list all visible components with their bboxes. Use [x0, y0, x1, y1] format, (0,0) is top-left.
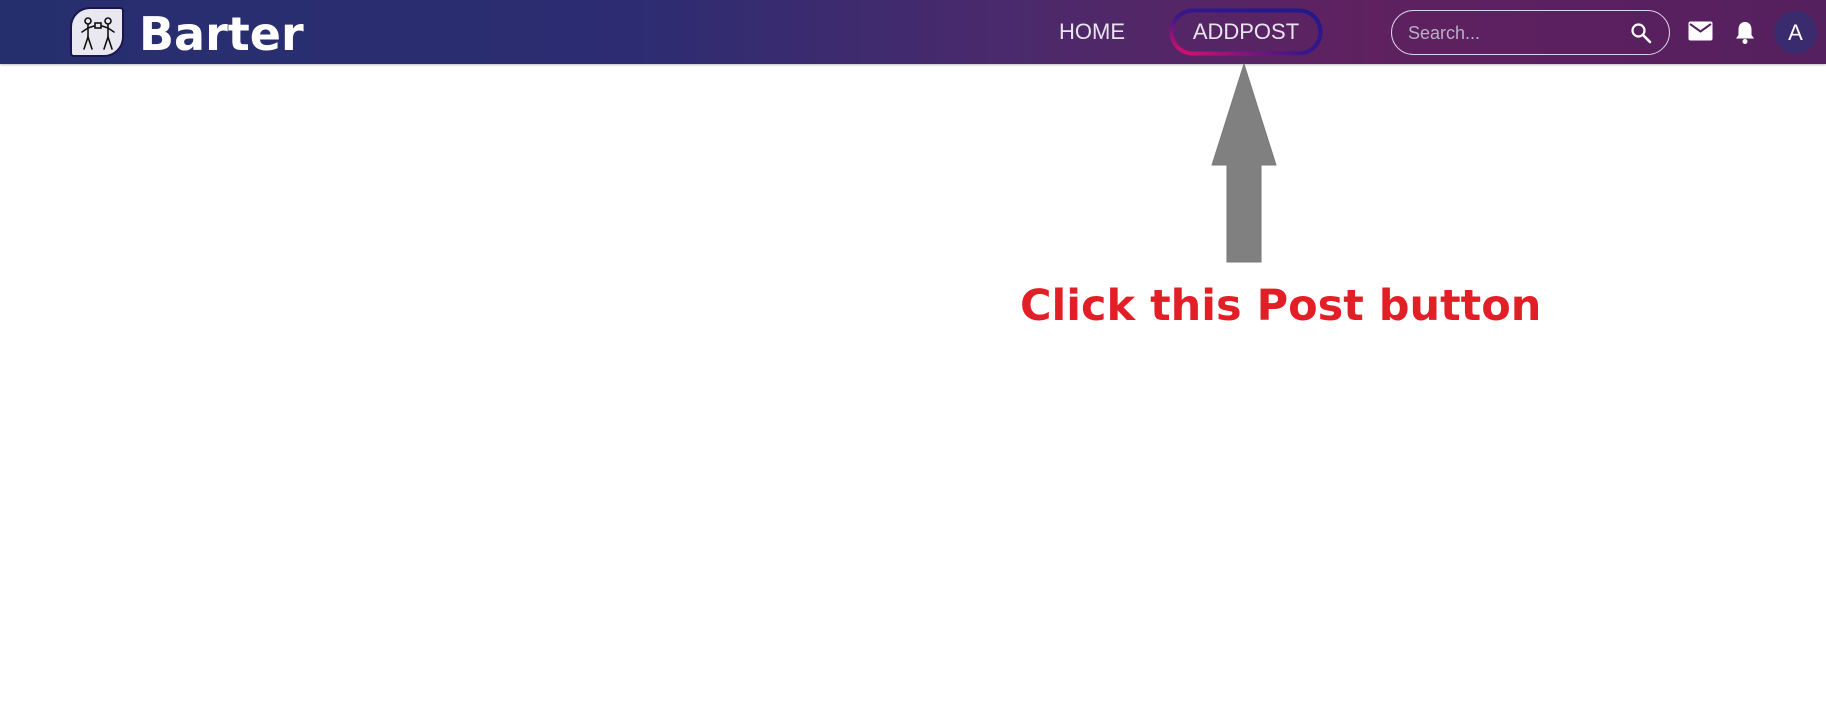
- nav-home-link[interactable]: HOME: [1059, 18, 1125, 46]
- instruction-text: Click this Post button: [1020, 281, 1542, 331]
- nav-addpost-link[interactable]: ADDPOST: [1169, 8, 1323, 56]
- search-icon[interactable]: [1629, 21, 1653, 45]
- brand-name[interactable]: Barter: [139, 4, 304, 64]
- logo[interactable]: [70, 7, 124, 57]
- people-trading-icon: [81, 17, 115, 50]
- up-arrow-icon: [1211, 63, 1277, 263]
- nav-addpost-label: ADDPOST: [1192, 19, 1300, 44]
- avatar[interactable]: A: [1774, 11, 1817, 54]
- mail-icon[interactable]: [1688, 21, 1713, 41]
- top-navbar: Barter HOME ADDPOST A: [0, 0, 1826, 64]
- bell-icon[interactable]: [1734, 20, 1756, 45]
- search-input[interactable]: [1406, 20, 1620, 46]
- search-box[interactable]: [1391, 10, 1670, 55]
